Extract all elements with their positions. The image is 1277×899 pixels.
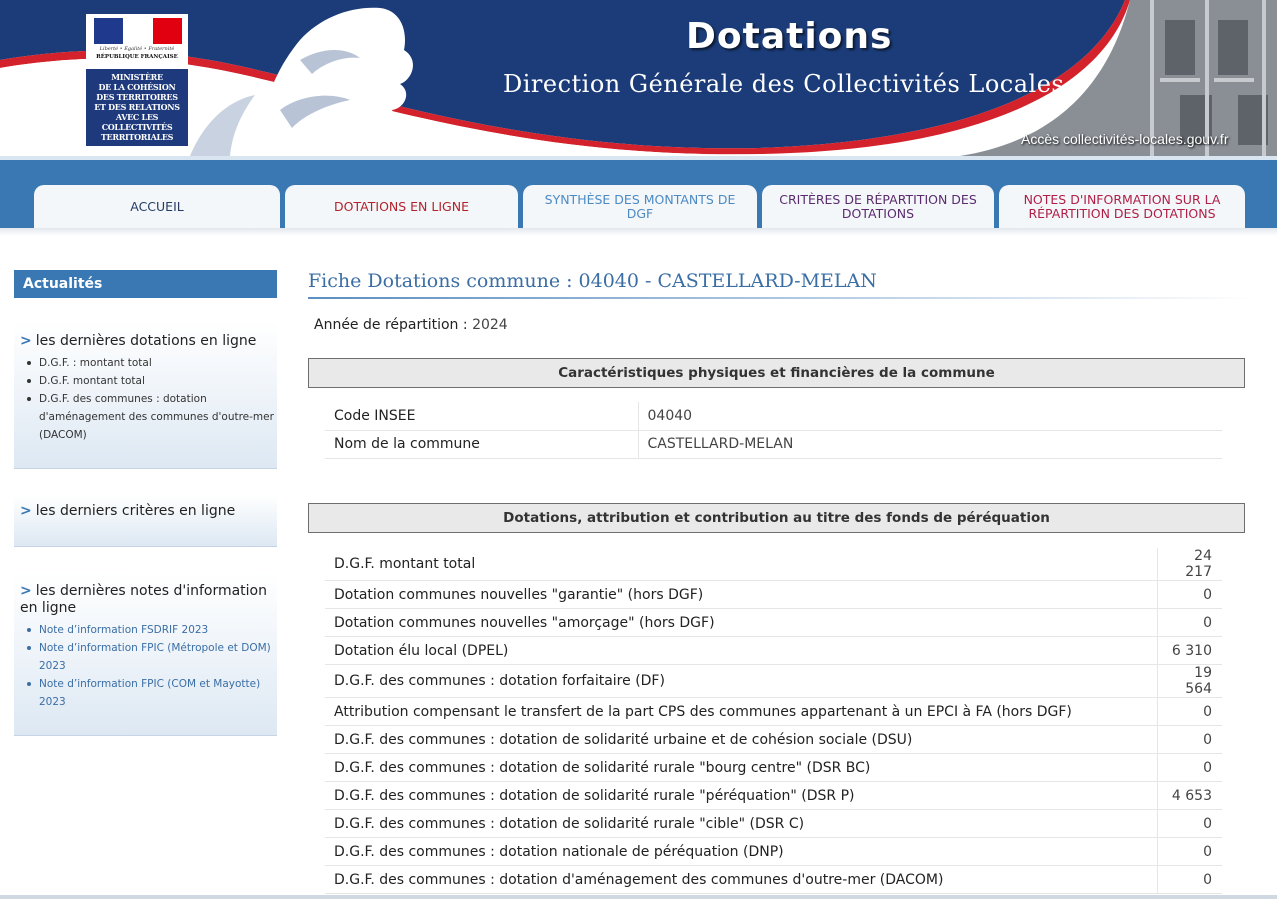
row-value: 0	[1157, 809, 1222, 838]
sidebar-box-notes: > les dernières notes d'information en li…	[14, 573, 277, 736]
annee-repartition: Année de répartition : 2024	[314, 317, 508, 333]
section-caracteristiques-header: Caractéristiques physiques et financière…	[308, 358, 1245, 388]
tab-notes-information[interactable]: NOTES D'INFORMATION SUR LA RÉPARTITION D…	[999, 185, 1245, 229]
row-label: D.G.F. des communes : dotation de solida…	[325, 781, 1158, 810]
row-value: 0	[1157, 725, 1222, 754]
row-value: 6 310	[1157, 636, 1222, 665]
sidebar-note-link[interactable]: Note d’information FPIC (Métropole et DO…	[26, 639, 277, 675]
tab-synthese-montants[interactable]: SYNTHÈSE DES MONTANTS DE DGF	[523, 185, 757, 229]
table-row: Dotation communes nouvelles "amorçage" (…	[325, 608, 1222, 637]
row-label: Attribution compensant le transfert de l…	[325, 697, 1158, 726]
chevron-right-icon: >	[20, 583, 32, 599]
sidebar-notes-label: les dernières notes d'information en lig…	[20, 583, 267, 616]
row-label: D.G.F. des communes : dotation de solida…	[325, 725, 1158, 754]
logo-republique: RÉPUBLIQUE FRANÇAISE	[96, 54, 178, 60]
header-banner: Liberté • Égalité • Fraternité RÉPUBLIQU…	[0, 0, 1277, 156]
row-value: 04040	[638, 402, 1222, 431]
site-subtitle: Direction Générale des Collectivités Loc…	[503, 70, 1065, 98]
table-row: Dotation communes nouvelles "garantie" (…	[325, 580, 1222, 609]
sidebar-dotations-label: les dernières dotations en ligne	[35, 333, 257, 349]
sidebar-dotations-list: D.G.F. : montant total D.G.F. montant to…	[14, 354, 277, 444]
page-bottom-border	[0, 895, 1277, 899]
row-label: Dotation communes nouvelles "amorçage" (…	[325, 608, 1158, 637]
sidebar-note-link[interactable]: Note d’information FPIC (COM et Mayotte)…	[26, 675, 277, 711]
chevron-right-icon: >	[20, 333, 32, 349]
tab-accueil[interactable]: ACCUEIL	[34, 185, 280, 229]
site-title: Dotations	[686, 16, 893, 57]
tab-label: DOTATIONS EN LIGNE	[334, 199, 469, 214]
row-label: Dotation élu local (DPEL)	[325, 636, 1158, 665]
row-value: 19 564	[1157, 664, 1222, 698]
table-row: D.G.F. des communes : dotation forfaitai…	[325, 664, 1222, 698]
tab-criteres-repartition[interactable]: CRITÈRES DE RÉPARTITION DES DOTATIONS	[762, 185, 994, 229]
marianne-flag-icon	[94, 18, 182, 44]
tab-label: NOTES D'INFORMATION SUR LA RÉPARTITION D…	[1023, 192, 1221, 221]
table-row: D.G.F. des communes : dotation nationale…	[325, 837, 1222, 866]
row-label: D.G.F. des communes : dotation nationale…	[325, 837, 1158, 866]
page-title: Fiche Dotations commune : 04040 - CASTEL…	[308, 270, 877, 292]
annee-label: Année de répartition :	[314, 317, 468, 333]
row-label: D.G.F. des communes : dotation de solida…	[325, 753, 1158, 782]
table-row: Dotation élu local (DPEL) 6 310	[325, 636, 1222, 665]
table-row: D.G.F. des communes : dotation d'aménage…	[325, 865, 1222, 894]
caracteristiques-table: Code INSEE 04040 Nom de la commune CASTE…	[325, 402, 1222, 459]
actualites-header: Actualités	[14, 270, 277, 298]
row-value: 0	[1157, 865, 1222, 894]
nav-shadow	[0, 228, 1277, 236]
row-label: Code INSEE	[325, 402, 639, 431]
chevron-right-icon: >	[20, 503, 32, 519]
sidebar-notes-list: Note d’information FSDRIF 2023 Note d’in…	[14, 621, 277, 711]
sidebar-notes-title[interactable]: > les dernières notes d'information en li…	[14, 583, 277, 617]
sidebar-box-criteres: > les derniers critères en ligne	[14, 495, 277, 547]
row-value: 0	[1157, 580, 1222, 609]
table-row: Code INSEE 04040	[325, 402, 1222, 431]
row-value: CASTELLARD-MELAN	[638, 430, 1222, 459]
row-value: 24 217	[1157, 548, 1222, 581]
row-label: D.G.F. des communes : dotation forfaitai…	[325, 664, 1158, 698]
sidebar-note-link[interactable]: Note d’information FSDRIF 2023	[26, 621, 277, 639]
row-label: D.G.F. des communes : dotation d'aménage…	[325, 865, 1158, 894]
logo-devise: Liberté • Égalité • Fraternité	[99, 46, 175, 52]
row-value: 0	[1157, 697, 1222, 726]
sidebar-criteres-label: les derniers critères en ligne	[35, 503, 236, 519]
logo-ministere: MINISTÈRE DE LA COHÉSION DES TERRITOIRES…	[86, 69, 188, 146]
row-label: Nom de la commune	[325, 430, 639, 459]
tab-label: SYNTHÈSE DES MONTANTS DE DGF	[544, 192, 736, 221]
annee-value: 2024	[472, 317, 508, 333]
table-row: D.G.F. des communes : dotation de solida…	[325, 781, 1222, 810]
table-row: D.G.F. des communes : dotation de solida…	[325, 809, 1222, 838]
sidebar-dotation-link[interactable]: D.G.F. montant total	[26, 372, 277, 390]
republique-logo[interactable]: Liberté • Égalité • Fraternité RÉPUBLIQU…	[86, 14, 188, 146]
table-row: Attribution compensant le transfert de l…	[325, 697, 1222, 726]
table-row: D.G.F. des communes : dotation de solida…	[325, 725, 1222, 754]
table-row: D.G.F. des communes : dotation de solida…	[325, 753, 1222, 782]
row-label: D.G.F. des communes : dotation de solida…	[325, 809, 1158, 838]
tab-label: ACCUEIL	[130, 199, 184, 214]
tab-label: CRITÈRES DE RÉPARTITION DES DOTATIONS	[779, 192, 977, 221]
main-content: Fiche Dotations commune : 04040 - CASTEL…	[308, 268, 1258, 894]
table-row: Nom de la commune CASTELLARD-MELAN	[325, 430, 1222, 459]
main-nav: ACCUEIL DOTATIONS EN LIGNE SYNTHÈSE DES …	[0, 156, 1277, 229]
row-value: 0	[1157, 753, 1222, 782]
section-dotations-header: Dotations, attribution et contribution a…	[308, 503, 1245, 533]
title-divider	[308, 297, 1258, 299]
row-label: D.G.F. montant total	[325, 548, 1158, 581]
sidebar-box-dotations: > les dernières dotations en ligne D.G.F.…	[14, 322, 277, 469]
row-value: 4 653	[1157, 781, 1222, 810]
sidebar: Actualités > les dernières dotations en l…	[14, 270, 277, 736]
sidebar-dotation-link[interactable]: D.G.F. des communes : dotation d'aménage…	[26, 390, 277, 444]
dotations-table: D.G.F. montant total 24 217 Dotation comm…	[325, 548, 1222, 894]
table-row: D.G.F. montant total 24 217	[325, 548, 1222, 581]
row-label: Dotation communes nouvelles "garantie" (…	[325, 580, 1158, 609]
sidebar-criteres-title[interactable]: > les derniers critères en ligne	[14, 503, 277, 520]
row-value: 0	[1157, 608, 1222, 637]
sidebar-dotation-link[interactable]: D.G.F. : montant total	[26, 354, 277, 372]
row-value: 0	[1157, 837, 1222, 866]
tab-dotations-en-ligne[interactable]: DOTATIONS EN LIGNE	[285, 185, 518, 229]
sidebar-dotations-title[interactable]: > les dernières dotations en ligne	[14, 333, 277, 350]
access-collectivites-link[interactable]: Accès collectivités-locales.gouv.fr	[1021, 131, 1228, 147]
